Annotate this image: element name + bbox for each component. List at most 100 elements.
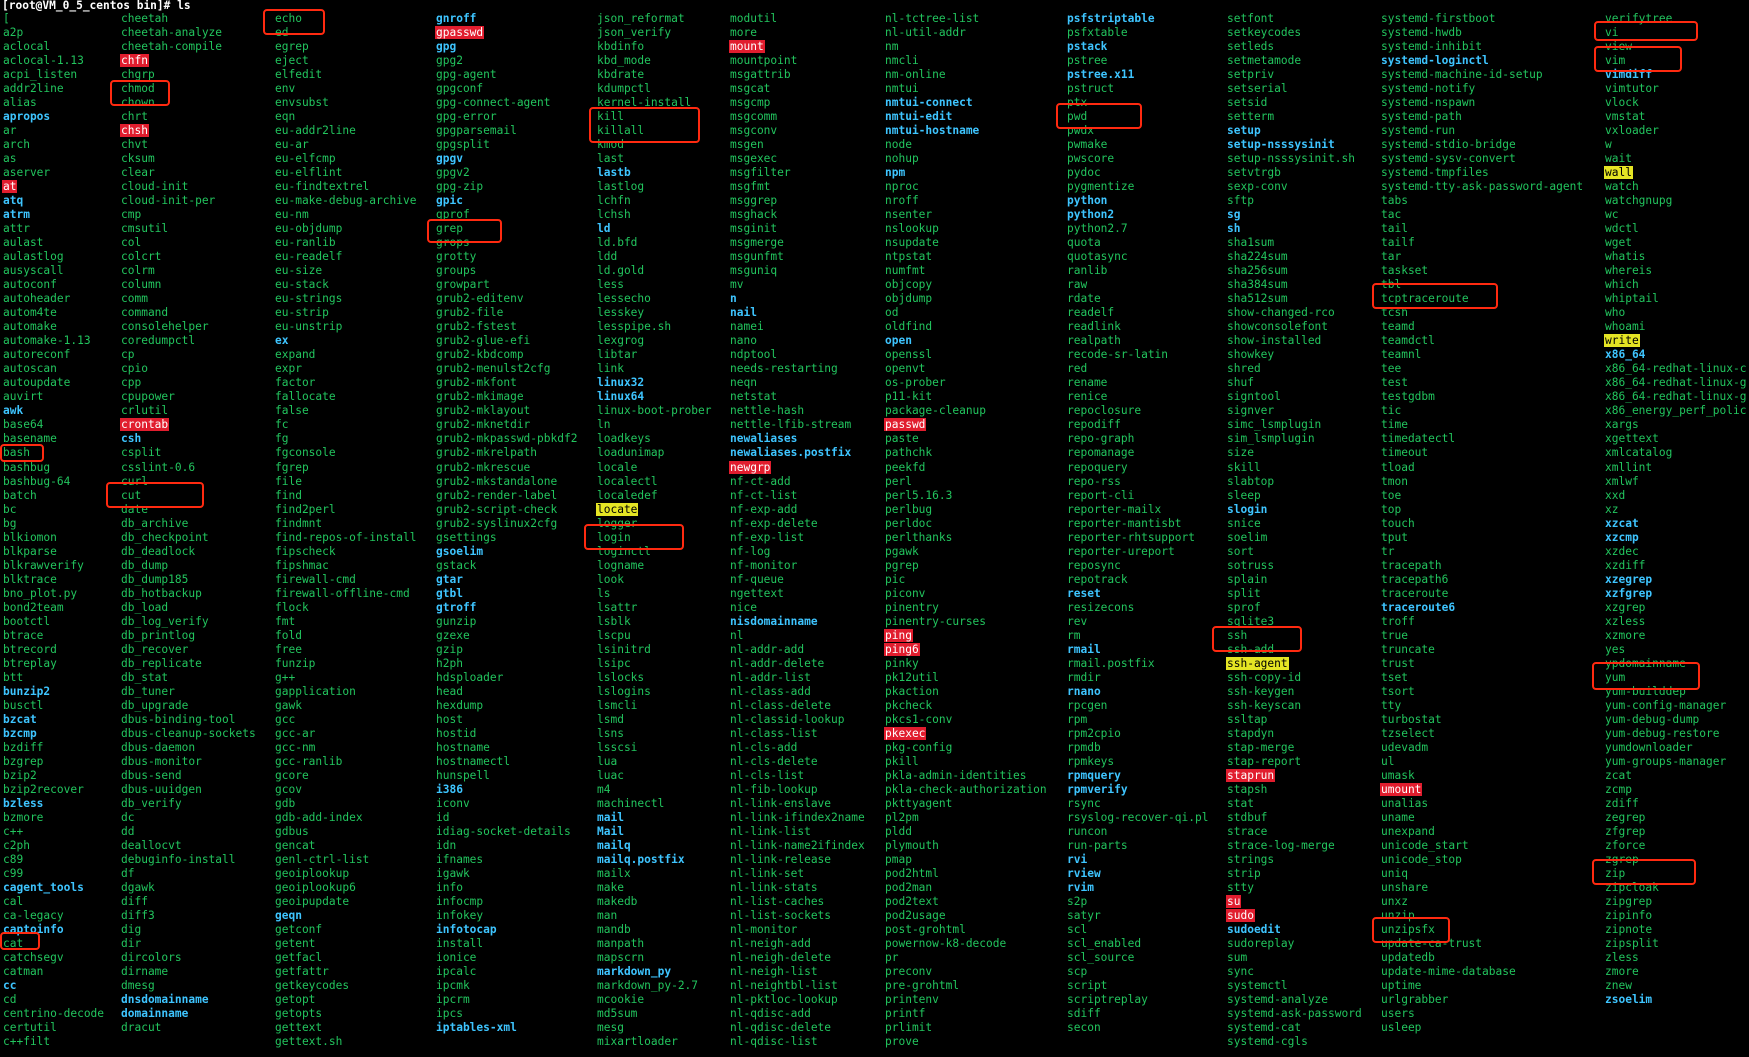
command-name: lsblk <box>597 614 631 628</box>
command-entry: pldd <box>884 825 1048 839</box>
command-name: tcptraceroute <box>1381 292 1469 306</box>
command-entry: infocmp <box>435 895 578 909</box>
command-name: nl-qdisc-delete <box>730 1021 832 1035</box>
command-entry: mesg <box>596 1021 713 1035</box>
command-entry: lastb <box>596 166 713 180</box>
command-entry: troff <box>1380 615 1584 629</box>
command-name: scl <box>1067 923 1088 937</box>
command-name: systemd-cat <box>1227 1021 1302 1035</box>
command-name: eqn <box>275 110 296 124</box>
command-name: getkeycodes <box>275 979 350 993</box>
command-entry: paste <box>884 432 1048 446</box>
command-name: nsenter <box>885 208 933 222</box>
command-entry: satyr <box>1066 909 1209 923</box>
command-name: find <box>275 488 302 502</box>
command-name: who <box>1605 306 1626 320</box>
command-entry: urlgrabber <box>1380 993 1584 1007</box>
ls-column: setfont setkeycodes setleds setmetamode setp… <box>1226 12 1363 1049</box>
command-name: flock <box>275 600 309 614</box>
command-entry: c99 <box>2 867 105 881</box>
command-name: mount <box>729 40 765 54</box>
command-entry: w <box>1604 138 1747 152</box>
command-entry: lesskey <box>596 306 713 320</box>
command-entry: cloud-init-per <box>120 194 257 208</box>
command-entry: consolehelper <box>120 320 257 334</box>
command-name: json_verify <box>597 26 672 40</box>
command-name: chown <box>121 96 155 110</box>
command-entry: psfstriptable <box>1066 12 1209 26</box>
command-entry: stapsh <box>1226 783 1363 797</box>
command-entry: shuf <box>1226 376 1363 390</box>
command-name: consolehelper <box>121 320 209 334</box>
command-entry: systemd-nspawn <box>1380 96 1584 110</box>
command-name: staprun <box>1226 768 1276 782</box>
command-entry: xmllint <box>1604 461 1747 475</box>
command-entry: loginctl <box>596 545 713 559</box>
command-name: show-changed-rco <box>1227 306 1335 320</box>
command-entry: link <box>596 362 713 376</box>
command-entry: bzmore <box>2 811 105 825</box>
command-name: vimtutor <box>1605 82 1659 96</box>
command-name: nl-link-release <box>730 852 832 866</box>
command-name: perlthanks <box>885 530 953 544</box>
command-entry: quota <box>1066 236 1209 250</box>
command-entry: ntpstat <box>884 250 1048 264</box>
command-entry: who <box>1604 306 1747 320</box>
command-name: sha384sum <box>1227 278 1288 292</box>
command-entry: eu-unstrip <box>274 320 417 334</box>
command-name: rpmquery <box>1067 768 1121 782</box>
command-entry: setserial <box>1226 82 1363 96</box>
command-entry: plymouth <box>884 839 1048 853</box>
command-name: dbus-binding-tool <box>121 712 236 726</box>
command-name: nm-online <box>885 68 946 82</box>
command-name: reporter-mailx <box>1067 502 1162 516</box>
command-name: autoheader <box>3 292 71 306</box>
terminal-window[interactable]: [root@VM_0_5_centos bin]# ls [a2p aclocal… <box>0 0 1749 1057</box>
command-entry: gpg2 <box>435 54 578 68</box>
command-entry: linux32 <box>596 376 713 390</box>
command-entry: cmp <box>120 208 257 222</box>
command-entry: xzfgrep <box>1604 587 1747 601</box>
command-name: gapplication <box>275 684 356 698</box>
command-entry: nl-addr-add <box>729 643 866 657</box>
command-entry: ln <box>596 418 713 432</box>
command-name: pkill <box>885 754 919 768</box>
command-entry: nl-neigh-delete <box>729 951 866 965</box>
command-entry: prove <box>884 1035 1048 1049</box>
command-entry: pl2pm <box>884 811 1048 825</box>
command-name: updatedb <box>1381 951 1435 965</box>
command-name: systemd-nspawn <box>1381 96 1476 110</box>
command-entry: tload <box>1380 461 1584 475</box>
command-entry: env <box>274 82 417 96</box>
command-entry: geoiplookup <box>274 867 417 881</box>
command-name: cat <box>3 937 24 951</box>
command-name: vim <box>1605 54 1626 68</box>
command-name: as <box>3 152 17 166</box>
command-name: btrace <box>3 628 44 642</box>
command-name: nl-qdisc-add <box>730 1007 811 1021</box>
command-entry: xzgrep <box>1604 601 1747 615</box>
command-entry: vxloader <box>1604 124 1747 138</box>
command-entry: localectl <box>596 475 713 489</box>
command-name: report-cli <box>1067 488 1135 502</box>
command-entry: db_replicate <box>120 657 257 671</box>
command-entry: setmetamode <box>1226 54 1363 68</box>
command-entry: chvt <box>120 138 257 152</box>
command-name: mail <box>597 810 624 824</box>
command-name: csh <box>121 432 142 446</box>
command-entry: staprun <box>1226 768 1363 783</box>
command-entry: findmnt <box>274 517 417 531</box>
command-entry: aclocal-1.13 <box>2 54 105 68</box>
command-name: dir <box>121 937 142 951</box>
command-name: pod2man <box>885 880 933 894</box>
command-entry: more <box>729 26 866 40</box>
command-entry: look <box>596 573 713 587</box>
command-name: cmp <box>121 208 142 222</box>
command-entry: pic <box>884 573 1048 587</box>
command-entry: shred <box>1226 362 1363 376</box>
command-entry: dbus-daemon <box>120 741 257 755</box>
command-name: gpg-error <box>436 110 497 124</box>
command-name: strip <box>1227 866 1261 880</box>
command-name: grub2-mklayout <box>436 404 531 418</box>
command-entry: pwdx <box>1066 124 1209 138</box>
